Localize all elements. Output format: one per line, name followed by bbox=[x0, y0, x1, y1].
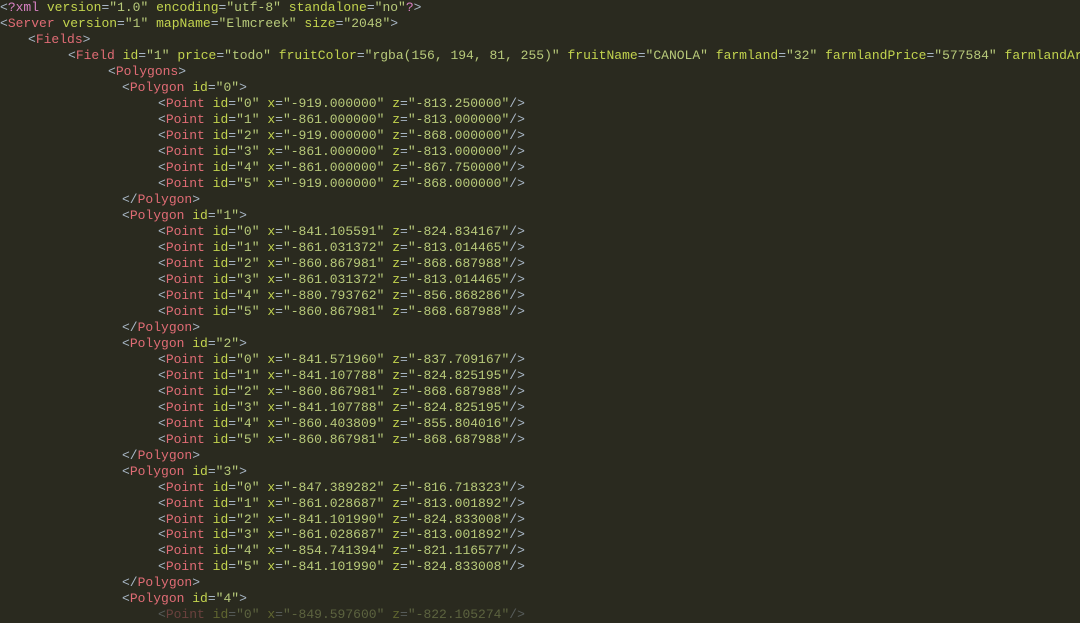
point-tag: <Point id="3" x="-861.031372" z="-813.01… bbox=[0, 272, 1080, 288]
point-tag: <Point id="4" x="-880.793762" z="-856.86… bbox=[0, 288, 1080, 304]
point-tag: <Point id="1" x="-861.000000" z="-813.00… bbox=[0, 112, 1080, 128]
point-tag: <Point id="2" x="-841.101990" z="-824.83… bbox=[0, 512, 1080, 528]
polygon-open-tag: <Polygon id="4"> bbox=[0, 591, 1080, 607]
point-tag: <Point id="1" x="-861.028687" z="-813.00… bbox=[0, 496, 1080, 512]
point-tag: <Point id="2" x="-860.867981" z="-868.68… bbox=[0, 256, 1080, 272]
polygons-tag: <Polygons> bbox=[0, 64, 1080, 80]
field-tag: <Field id="1" price="todo" fruitColor="r… bbox=[0, 48, 1080, 64]
polygon-open-tag: <Polygon id="0"> bbox=[0, 80, 1080, 96]
fields-tag: <Fields> bbox=[0, 32, 1080, 48]
point-tag: <Point id="2" x="-919.000000" z="-868.00… bbox=[0, 128, 1080, 144]
point-tag: <Point id="0" x="-847.389282" z="-816.71… bbox=[0, 480, 1080, 496]
point-tag: <Point id="3" x="-861.000000" z="-813.00… bbox=[0, 144, 1080, 160]
polygon-open-tag: <Polygon id="2"> bbox=[0, 336, 1080, 352]
polygon-close-tag: </Polygon> bbox=[0, 320, 1080, 336]
point-tag: <Point id="4" x="-861.000000" z="-867.75… bbox=[0, 160, 1080, 176]
polygon-close-tag: </Polygon> bbox=[0, 575, 1080, 591]
point-tag: <Point id="4" x="-860.403809" z="-855.80… bbox=[0, 416, 1080, 432]
point-tag-partial: <Point id="0" x="-849.597600" z="-822.10… bbox=[0, 607, 1080, 623]
xml-declaration: <?xml version="1.0" encoding="utf-8" sta… bbox=[0, 0, 1080, 16]
point-tag: <Point id="3" x="-861.028687" z="-813.00… bbox=[0, 527, 1080, 543]
point-tag: <Point id="4" x="-854.741394" z="-821.11… bbox=[0, 543, 1080, 559]
polygon-open-tag: <Polygon id="1"> bbox=[0, 208, 1080, 224]
xml-source-view: <?xml version="1.0" encoding="utf-8" sta… bbox=[0, 0, 1080, 623]
point-tag: <Point id="0" x="-841.571960" z="-837.70… bbox=[0, 352, 1080, 368]
point-tag: <Point id="5" x="-919.000000" z="-868.00… bbox=[0, 176, 1080, 192]
point-tag: <Point id="5" x="-860.867981" z="-868.68… bbox=[0, 432, 1080, 448]
point-tag: <Point id="3" x="-841.107788" z="-824.82… bbox=[0, 400, 1080, 416]
point-tag: <Point id="5" x="-860.867981" z="-868.68… bbox=[0, 304, 1080, 320]
server-tag: <Server version="1" mapName="Elmcreek" s… bbox=[0, 16, 1080, 32]
point-tag: <Point id="2" x="-860.867981" z="-868.68… bbox=[0, 384, 1080, 400]
point-tag: <Point id="0" x="-919.000000" z="-813.25… bbox=[0, 96, 1080, 112]
point-tag: <Point id="1" x="-841.107788" z="-824.82… bbox=[0, 368, 1080, 384]
point-tag: <Point id="5" x="-841.101990" z="-824.83… bbox=[0, 559, 1080, 575]
polygon-close-tag: </Polygon> bbox=[0, 192, 1080, 208]
polygon-close-tag: </Polygon> bbox=[0, 448, 1080, 464]
point-tag: <Point id="0" x="-841.105591" z="-824.83… bbox=[0, 224, 1080, 240]
polygon-open-tag: <Polygon id="3"> bbox=[0, 464, 1080, 480]
point-tag: <Point id="1" x="-861.031372" z="-813.01… bbox=[0, 240, 1080, 256]
